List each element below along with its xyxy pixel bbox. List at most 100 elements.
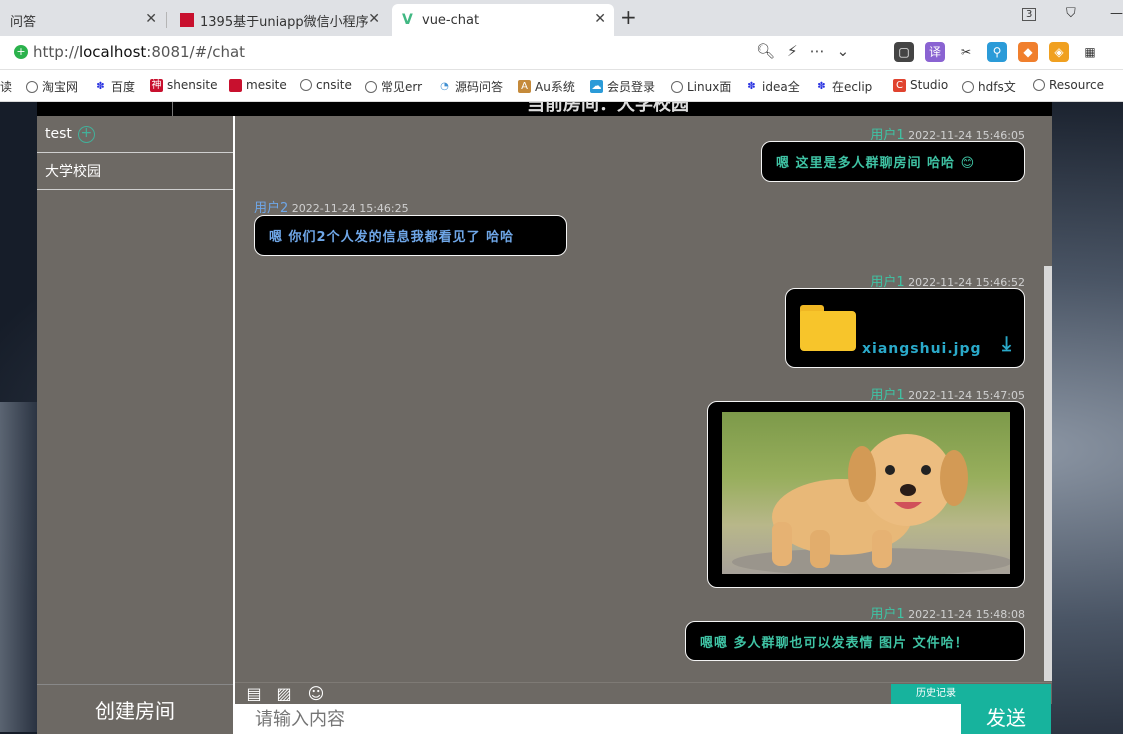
shield-icon[interactable]: ◈ <box>1049 42 1069 62</box>
bookmark-cut[interactable]: 读 <box>0 78 12 95</box>
shirt-icon[interactable]: ⛉ <box>1066 6 1076 21</box>
url-host: localhost <box>78 43 147 61</box>
url-prefix: http:// <box>33 43 79 61</box>
secure-shield-icon: + <box>14 45 28 59</box>
swirl-icon: ◔ <box>440 81 449 92</box>
sender-name: 用户1 <box>870 607 905 622</box>
bookmark-item[interactable]: ✽ 百度 <box>94 78 135 95</box>
tab-qa[interactable]: 问答 ✕ <box>0 4 165 36</box>
url-field[interactable]: http://localhost:8081/#/chat <box>33 43 245 61</box>
lightning-icon[interactable]: ⚡︎ <box>787 42 798 60</box>
emoji-icon[interactable]: ☺ <box>307 685 325 703</box>
close-icon[interactable]: ✕ <box>145 11 157 27</box>
message-text: 嗯 你们2个人发的信息我都看见了 哈哈 <box>269 230 515 245</box>
minimize-icon[interactable]: — <box>1110 6 1123 21</box>
message-text: 嗯 这里是多人群聊房间 哈哈 😊 <box>776 156 976 171</box>
tab-vue-chat[interactable]: V vue-chat ✕ <box>392 4 614 36</box>
chevron-down-icon[interactable]: ⌄ <box>837 42 850 60</box>
baidu-paw-icon: ✽ <box>817 81 826 92</box>
dog-photo[interactable] <box>722 412 1010 574</box>
message-input[interactable] <box>235 704 961 734</box>
baidu-paw-icon: ✽ <box>96 81 105 92</box>
bookmark-label: 在eclip <box>832 80 873 94</box>
bookmark-item[interactable]: 神 shensite <box>150 78 218 92</box>
bookmark-item[interactable]: hdfs文 <box>962 78 1016 95</box>
add-user-icon[interactable]: + <box>77 125 95 143</box>
extension-icons: ▢ 译 ✂ ⚲ ◆ ◈ ▦ <box>894 42 1100 62</box>
tab-count-badge[interactable]: 3 <box>1022 8 1037 21</box>
message-bubble: 嗯嗯 多人群聊也可以发表情 图片 文件哈！ <box>685 621 1025 661</box>
bookmark-label: Linux面 <box>687 80 732 94</box>
close-icon[interactable]: ✕ <box>368 11 380 27</box>
room-name: 大学校园 <box>45 164 101 180</box>
cloud-icon: ☁ <box>590 80 603 93</box>
message-bubble: 嗯 这里是多人群聊房间 哈哈 😊 <box>761 141 1025 182</box>
bookmark-label: 常见err <box>381 80 423 94</box>
message-bubble: 嗯 你们2个人发的信息我都看见了 哈哈 <box>254 215 567 256</box>
globe-icon <box>671 80 683 93</box>
new-tab-button[interactable]: + <box>620 5 637 29</box>
file-icon[interactable]: ▤ <box>245 685 263 703</box>
close-icon[interactable]: ✕ <box>594 11 606 27</box>
scissors-icon[interactable]: ✂ <box>956 42 976 62</box>
bookmark-label: 百度 <box>111 80 136 94</box>
room-name: test <box>45 126 72 142</box>
background-image <box>0 402 40 732</box>
extension-icon[interactable]: ▢ <box>894 42 914 62</box>
globe-icon <box>1033 79 1045 91</box>
tab-title: vue-chat <box>422 12 480 28</box>
bookmark-item[interactable]: cnsite <box>300 78 352 92</box>
tab-divider <box>166 12 167 28</box>
message-time: 2022-11-24 15:48:08 <box>908 608 1025 621</box>
bookmark-item[interactable]: ◔ 源码问答 <box>438 78 503 95</box>
globe-icon <box>962 80 974 93</box>
tab-uniapp[interactable]: 1395基于uniapp微信小程序 ✕ <box>170 4 388 36</box>
room-item-test[interactable]: test + <box>37 116 233 153</box>
game-icon[interactable]: ◆ <box>1018 42 1038 62</box>
message-input-row <box>235 704 961 734</box>
bookmark-label: Resource <box>1049 78 1105 92</box>
apps-grid-icon[interactable]: ▦ <box>1080 42 1100 62</box>
vue-logo-icon: V <box>402 12 413 28</box>
room-header: 当前房间：大学校园 <box>37 102 1052 116</box>
message-list[interactable]: 用户1 2022-11-24 15:46:05 嗯 这里是多人群聊房间 哈哈 😊… <box>235 116 1052 682</box>
tab-title: 1395基于uniapp微信小程序 <box>200 14 369 30</box>
more-icon[interactable]: ⋯ <box>810 42 825 60</box>
message-time: 2022-11-24 15:46:25 <box>291 202 409 215</box>
create-room-button[interactable]: 创建房间 <box>37 684 233 734</box>
file-message-bubble: xiangshui.jpg ⤓ <box>785 288 1025 368</box>
download-icon[interactable]: ⤓ <box>1002 331 1012 355</box>
file-name: xiangshui.jpg <box>862 341 982 357</box>
room-item-campus[interactable]: 大学校园 <box>37 153 233 190</box>
au-icon: A <box>518 80 531 93</box>
bookmark-label: Au系统 <box>535 80 575 94</box>
globe-icon <box>365 80 377 93</box>
image-message-bubble <box>707 401 1025 588</box>
translate-icon[interactable]: 译 <box>925 42 945 62</box>
message-scrollbar[interactable] <box>1044 266 1052 681</box>
bookmark-item[interactable]: 淘宝网 <box>26 78 78 95</box>
send-button[interactable]: 发送 <box>961 684 1051 734</box>
bookmark-item[interactable]: ✽ 在eclip <box>815 78 872 95</box>
bookmark-label: Studio <box>910 78 949 92</box>
message-meta: 用户2 2022-11-24 15:46:25 <box>254 197 409 216</box>
bookmark-item[interactable]: A Au系统 <box>518 78 575 95</box>
folder-icon <box>800 305 856 351</box>
bookmark-item[interactable]: ☁ 会员登录 <box>590 78 655 95</box>
bookmark-item[interactable]: C Studio <box>893 78 948 92</box>
image-icon[interactable]: ▨ <box>275 685 293 703</box>
globe-icon <box>300 79 312 91</box>
zoom-icon[interactable]: 🔍︎ <box>756 42 775 60</box>
room-title: 当前房间：大学校园 <box>527 102 689 115</box>
bookmark-item[interactable]: mesite <box>229 78 287 92</box>
shen-icon: 神 <box>150 78 163 92</box>
baidu-paw-icon: ✽ <box>747 81 756 92</box>
bookmark-item[interactable]: Linux面 <box>671 78 731 95</box>
search-extension-icon[interactable]: ⚲ <box>987 42 1007 62</box>
bookmark-item[interactable]: ✽ idea全 <box>745 78 799 95</box>
bookmark-item[interactable]: Resource <box>1033 78 1104 92</box>
address-bar: + http://localhost:8081/#/chat 🔍︎ ⚡︎ ⋯ ⌄… <box>0 36 1123 70</box>
bookmarks-bar: 读 淘宝网 ✽ 百度 神 shensite mesite cnsite 常见err … <box>0 70 1123 102</box>
tab-title: 问答 <box>10 14 37 30</box>
bookmark-item[interactable]: 常见err <box>365 78 422 95</box>
